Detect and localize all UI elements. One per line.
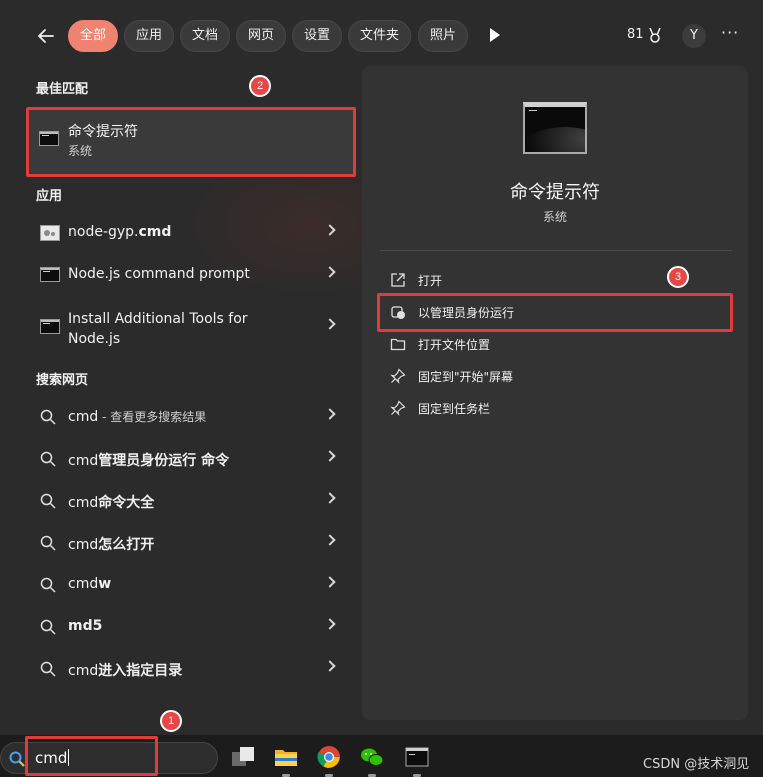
list-item[interactable]: cmd - 查看更多搜索结果 [28, 397, 354, 437]
divider [380, 250, 732, 251]
task-view-icon[interactable] [231, 745, 255, 769]
list-item[interactable]: node-gyp.cmd [28, 213, 354, 253]
avatar[interactable]: Y [682, 24, 706, 48]
filter-bar: 全部 应用 文档 网页 设置 文件夹 照片 81 Y ··· [0, 18, 763, 54]
command-prompt-taskbar-icon[interactable] [405, 745, 429, 769]
search-icon [40, 619, 56, 635]
chevron-right-icon[interactable] [324, 618, 336, 630]
rewards-medal-icon[interactable] [646, 26, 664, 44]
list-item[interactable]: cmdw [28, 565, 354, 605]
command-prompt-large-icon [523, 102, 587, 154]
list-item-label: node-gyp.cmd [68, 224, 172, 240]
chevron-right-icon[interactable] [324, 224, 336, 236]
annotation-badge: 1 [160, 710, 182, 732]
list-item-label: cmd - 查看更多搜索结果 [68, 409, 207, 425]
chevron-right-icon[interactable] [324, 492, 336, 504]
details-pane: 命令提示符 系统 打开 以管理员身份运行 打开文件位置 固定到"开始"屏幕 固定… [362, 66, 748, 720]
list-item-label: cmd进入指定目录 [68, 663, 183, 679]
list-item-label: md5 [68, 618, 103, 634]
script-file-icon [40, 225, 60, 241]
open-file-location-action[interactable]: 打开文件位置 [380, 329, 732, 359]
annotation-highlight-box [26, 107, 356, 177]
list-item-label: cmd命令大全 [68, 495, 155, 511]
folder-icon [390, 338, 406, 351]
best-match-heading: 最佳匹配 [36, 82, 89, 97]
search-icon [40, 409, 56, 425]
chevron-right-icon[interactable] [324, 266, 336, 278]
list-item[interactable]: Install Additional Tools for Node.js [28, 307, 354, 347]
chevron-right-icon[interactable] [324, 408, 336, 420]
pin-to-taskbar-action[interactable]: 固定到任务栏 [380, 393, 732, 423]
apps-heading: 应用 [36, 189, 63, 204]
annotation-badge: 2 [249, 75, 271, 97]
tab-documents[interactable]: 文档 [180, 20, 231, 52]
list-item[interactable]: cmd怎么打开 [28, 523, 354, 563]
search-icon [40, 493, 56, 509]
annotation-highlight-box [377, 293, 733, 332]
more-options-icon[interactable]: ··· [721, 23, 739, 42]
details-subtitle: 系统 [542, 210, 567, 224]
list-item-label: Install Additional Tools for Node.js [68, 311, 248, 347]
action-label: 打开 [418, 274, 443, 288]
back-arrow-icon[interactable] [36, 26, 56, 46]
list-item-label: cmdw [68, 576, 112, 592]
pin-icon [390, 368, 406, 384]
open-external-icon [391, 273, 405, 287]
web-search-heading: 搜索网页 [36, 373, 89, 388]
file-explorer-icon[interactable] [274, 745, 298, 769]
list-item[interactable]: cmd进入指定目录 [28, 649, 354, 689]
pin-to-start-action[interactable]: 固定到"开始"屏幕 [380, 361, 732, 391]
chevron-right-icon[interactable] [324, 318, 336, 330]
tab-settings[interactable]: 设置 [292, 20, 343, 52]
tab-all[interactable]: 全部 [68, 20, 119, 52]
list-item-label: cmd怎么打开 [68, 537, 155, 553]
list-item[interactable]: cmd管理员身份运行 命令 [28, 439, 354, 479]
wechat-icon[interactable] [360, 745, 384, 769]
pin-icon [390, 400, 406, 416]
search-icon [40, 577, 56, 593]
annotation-highlight-box [25, 736, 158, 776]
search-icon [40, 661, 56, 677]
action-label: 打开文件位置 [418, 338, 491, 352]
details-title: 命令提示符 [510, 182, 600, 203]
more-tabs-play-icon[interactable] [490, 28, 500, 42]
chevron-right-icon[interactable] [324, 450, 336, 462]
command-prompt-icon [40, 319, 60, 334]
command-prompt-icon [40, 267, 60, 282]
annotation-badge: 3 [667, 266, 689, 288]
tab-folders[interactable]: 文件夹 [348, 20, 412, 52]
tab-apps[interactable]: 应用 [124, 20, 175, 52]
tab-web[interactable]: 网页 [236, 20, 287, 52]
chrome-icon[interactable] [317, 745, 341, 769]
chevron-right-icon[interactable] [324, 660, 336, 672]
chevron-right-icon[interactable] [324, 534, 336, 546]
list-item[interactable]: Node.js command prompt [28, 255, 354, 295]
action-label: 固定到任务栏 [418, 402, 491, 416]
list-item-label: Node.js command prompt [68, 266, 250, 282]
watermark-text: CSDN @技术洞见 [643, 757, 750, 772]
search-icon [40, 535, 56, 551]
list-item[interactable]: md5 [28, 607, 354, 647]
search-icon [40, 451, 56, 467]
rewards-points[interactable]: 81 [627, 27, 644, 42]
tab-photos[interactable]: 照片 [418, 20, 469, 52]
list-item-label: cmd管理员身份运行 命令 [68, 453, 230, 469]
chevron-right-icon[interactable] [324, 576, 336, 588]
taskbar: cmd 1 CSDN @技术洞见 [0, 710, 763, 777]
action-label: 固定到"开始"屏幕 [418, 370, 514, 384]
list-item[interactable]: cmd命令大全 [28, 481, 354, 521]
search-icon [9, 751, 25, 767]
start-search-panel: 全部 应用 文档 网页 设置 文件夹 照片 81 Y ··· 最佳匹配 命令提示… [0, 0, 763, 735]
